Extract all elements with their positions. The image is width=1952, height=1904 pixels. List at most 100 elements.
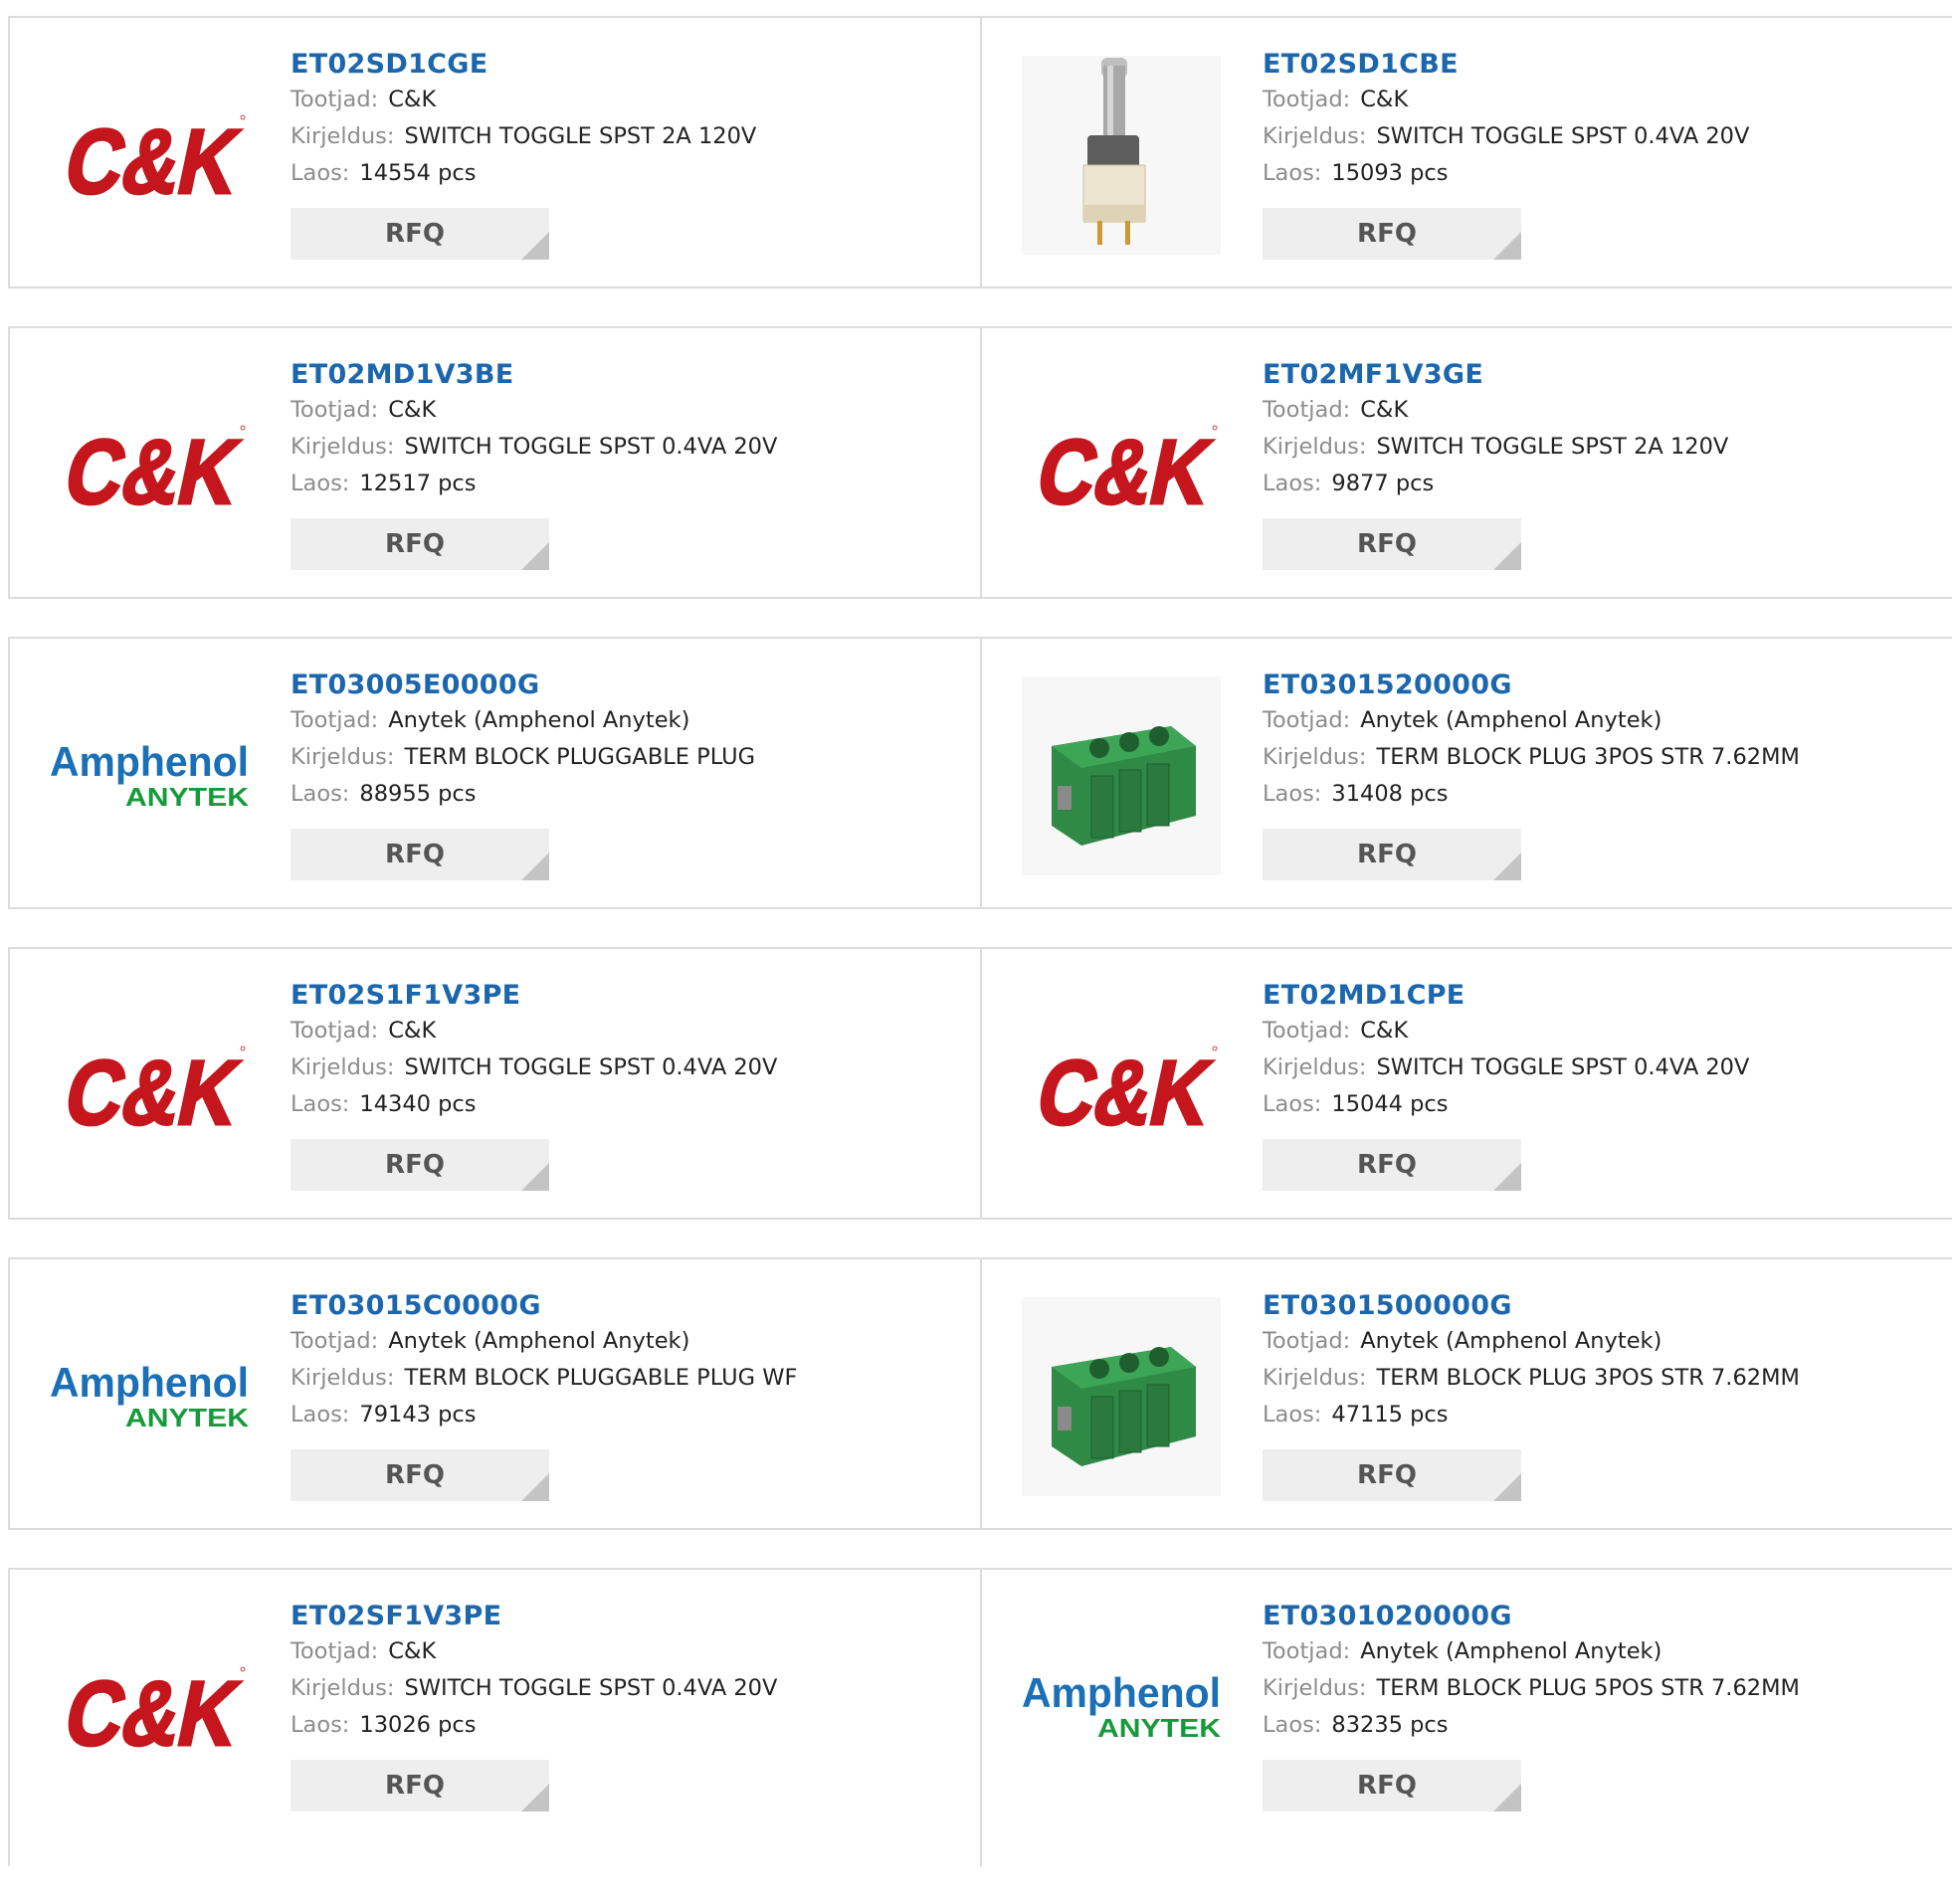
rfq-button[interactable]: RFQ bbox=[1263, 1139, 1521, 1191]
description-value: TERM BLOCK PLUGGABLE PLUG bbox=[404, 744, 756, 770]
manufacturer-value: Anytek (Amphenol Anytek) bbox=[388, 707, 690, 733]
part-number-link[interactable]: ET02MF1V3GE bbox=[1263, 358, 1728, 392]
part-number-link[interactable]: ET02SD1CBE bbox=[1263, 48, 1749, 82]
stock-label: Laos: bbox=[291, 781, 350, 807]
rfq-button[interactable]: RFQ bbox=[1263, 208, 1521, 260]
stock-line: Laos: 83235 pcs bbox=[1263, 1707, 1800, 1744]
product-card: ET0301500000G Tootjad: Anytek (Amphenol A… bbox=[980, 1259, 1952, 1528]
product-image[interactable]: Amphenol ANYTEK bbox=[50, 1297, 249, 1496]
part-number-link[interactable]: ET0301020000G bbox=[1263, 1600, 1800, 1633]
manufacturer-line: Tootjad: C&K bbox=[1263, 392, 1728, 429]
description-line: Kirjeldus: SWITCH TOGGLE SPST 2A 120V bbox=[291, 118, 756, 155]
stock-value: 14554 pcs bbox=[359, 160, 477, 186]
description-label: Kirjeldus: bbox=[1263, 1675, 1367, 1701]
description-line: Kirjeldus: TERM BLOCK PLUG 3POS STR 7.62M… bbox=[1263, 739, 1800, 776]
rfq-button[interactable]: RFQ bbox=[291, 829, 549, 880]
product-image[interactable]: C&K bbox=[50, 1608, 249, 1807]
manufacturer-line: Tootjad: Anytek (Amphenol Anytek) bbox=[1263, 1323, 1800, 1360]
product-image[interactable]: C&K bbox=[1022, 366, 1221, 565]
stock-label: Laos: bbox=[1263, 160, 1322, 186]
part-number-link[interactable]: ET02S1F1V3PE bbox=[291, 979, 777, 1013]
stock-value: 12517 pcs bbox=[359, 471, 477, 496]
part-number-link[interactable]: ET02MD1V3BE bbox=[291, 358, 777, 392]
stock-line: Laos: 88955 pcs bbox=[291, 776, 755, 813]
product-card: ET0301520000G Tootjad: Anytek (Amphenol A… bbox=[980, 639, 1952, 907]
rfq-button[interactable]: RFQ bbox=[291, 518, 549, 570]
product-card: C&K ET02MD1CPE Tootjad: C&K Kirjeldus: SWI… bbox=[980, 949, 1952, 1218]
product-image[interactable] bbox=[1022, 1297, 1221, 1496]
svg-text:C&K: C&K bbox=[57, 1042, 248, 1136]
stock-label: Laos: bbox=[1263, 1402, 1322, 1428]
description-value: SWITCH TOGGLE SPST 2A 120V bbox=[1376, 434, 1729, 460]
svg-text:C&K: C&K bbox=[1029, 1042, 1220, 1136]
product-image[interactable]: C&K bbox=[50, 987, 249, 1186]
product-row: Amphenol ANYTEK ET03005E0000G Tootjad: An… bbox=[8, 637, 1952, 909]
rfq-button[interactable]: RFQ bbox=[291, 208, 549, 260]
description-label: Kirjeldus: bbox=[291, 123, 395, 149]
svg-text:Amphenol: Amphenol bbox=[50, 1359, 249, 1406]
product-image[interactable] bbox=[1022, 56, 1221, 255]
description-label: Kirjeldus: bbox=[291, 1365, 395, 1391]
amphenol-logo-icon: Amphenol ANYTEK bbox=[1022, 1669, 1221, 1743]
product-row: Amphenol ANYTEK ET03015C0000G Tootjad: An… bbox=[8, 1257, 1952, 1530]
rfq-button[interactable]: RFQ bbox=[1263, 1449, 1521, 1501]
manufacturer-label: Tootjad: bbox=[1263, 87, 1351, 112]
manufacturer-value: C&K bbox=[388, 1638, 437, 1664]
part-number-link[interactable]: ET0301520000G bbox=[1263, 668, 1800, 702]
product-card: C&K ET02S1F1V3PE Tootjad: C&K Kirjeldus: S… bbox=[8, 949, 980, 1218]
rfq-button[interactable]: RFQ bbox=[1263, 829, 1521, 880]
product-image[interactable]: C&K bbox=[50, 366, 249, 565]
description-label: Kirjeldus: bbox=[1263, 744, 1367, 770]
manufacturer-value: Anytek (Amphenol Anytek) bbox=[1360, 707, 1662, 733]
description-value: TERM BLOCK PLUGGABLE PLUG WF bbox=[404, 1365, 798, 1391]
product-row: C&K ET02SF1V3PE Tootjad: C&K Kirjeldus: SW… bbox=[8, 1568, 1952, 1866]
rfq-button[interactable]: RFQ bbox=[291, 1449, 549, 1501]
product-image[interactable]: Amphenol ANYTEK bbox=[50, 676, 249, 875]
part-number-link[interactable]: ET03005E0000G bbox=[291, 668, 755, 702]
description-label: Kirjeldus: bbox=[1263, 434, 1367, 460]
product-image[interactable]: C&K bbox=[1022, 987, 1221, 1186]
manufacturer-label: Tootjad: bbox=[291, 1328, 379, 1354]
rfq-button[interactable]: RFQ bbox=[291, 1760, 549, 1811]
description-value: TERM BLOCK PLUG 3POS STR 7.62MM bbox=[1376, 744, 1800, 770]
toggle-switch-icon bbox=[1022, 56, 1221, 255]
manufacturer-label: Tootjad: bbox=[291, 1638, 379, 1664]
product-card: Amphenol ANYTEK ET03015C0000G Tootjad: An… bbox=[8, 1259, 980, 1528]
description-line: Kirjeldus: TERM BLOCK PLUGGABLE PLUG WF bbox=[291, 1360, 797, 1397]
rfq-button[interactable]: RFQ bbox=[1263, 518, 1521, 570]
part-number-link[interactable]: ET03015C0000G bbox=[291, 1289, 797, 1323]
stock-value: 31408 pcs bbox=[1331, 781, 1449, 807]
stock-value: 9877 pcs bbox=[1331, 471, 1435, 496]
part-number-link[interactable]: ET0301500000G bbox=[1263, 1289, 1800, 1323]
part-number-link[interactable]: ET02MD1CPE bbox=[1263, 979, 1749, 1013]
product-grid: C&K ET02SD1CGE Tootjad: C&K Kirjeldus: SWI… bbox=[8, 16, 1952, 1904]
product-card: C&K ET02MD1V3BE Tootjad: C&K Kirjeldus: SW… bbox=[8, 328, 980, 597]
manufacturer-value: Anytek (Amphenol Anytek) bbox=[1360, 1328, 1662, 1354]
description-value: SWITCH TOGGLE SPST 0.4VA 20V bbox=[1376, 1054, 1750, 1080]
svg-text:Amphenol: Amphenol bbox=[1022, 1669, 1221, 1716]
ck-logo-icon: C&K bbox=[1028, 419, 1221, 515]
product-image[interactable]: C&K bbox=[50, 56, 249, 255]
description-value: TERM BLOCK PLUG 3POS STR 7.62MM bbox=[1376, 1365, 1800, 1391]
stock-line: Laos: 9877 pcs bbox=[1263, 466, 1728, 502]
product-image[interactable] bbox=[1022, 676, 1221, 875]
manufacturer-label: Tootjad: bbox=[1263, 397, 1351, 423]
product-info: ET02S1F1V3PE Tootjad: C&K Kirjeldus: SWITC… bbox=[291, 979, 777, 1191]
part-number-link[interactable]: ET02SD1CGE bbox=[291, 48, 756, 82]
amphenol-logo-icon: Amphenol ANYTEK bbox=[50, 1359, 249, 1432]
product-info: ET02MF1V3GE Tootjad: C&K Kirjeldus: SWITCH… bbox=[1263, 358, 1728, 570]
manufacturer-label: Tootjad: bbox=[291, 1018, 379, 1044]
description-line: Kirjeldus: SWITCH TOGGLE SPST 0.4VA 20V bbox=[1263, 118, 1749, 155]
product-card: ET02SD1CBE Tootjad: C&K Kirjeldus: SWITCH … bbox=[980, 18, 1952, 286]
manufacturer-line: Tootjad: Anytek (Amphenol Anytek) bbox=[1263, 702, 1800, 739]
product-image[interactable]: Amphenol ANYTEK bbox=[1022, 1608, 1221, 1807]
product-row: C&K ET02S1F1V3PE Tootjad: C&K Kirjeldus: S… bbox=[8, 947, 1952, 1220]
part-number-link[interactable]: ET02SF1V3PE bbox=[291, 1600, 777, 1633]
manufacturer-line: Tootjad: C&K bbox=[291, 1633, 777, 1670]
description-line: Kirjeldus: SWITCH TOGGLE SPST 0.4VA 20V bbox=[291, 1049, 777, 1086]
rfq-button[interactable]: RFQ bbox=[291, 1139, 549, 1191]
rfq-button[interactable]: RFQ bbox=[1263, 1760, 1521, 1811]
manufacturer-value: Anytek (Amphenol Anytek) bbox=[388, 1328, 690, 1354]
description-label: Kirjeldus: bbox=[1263, 1054, 1367, 1080]
product-row: C&K ET02SD1CGE Tootjad: C&K Kirjeldus: SWI… bbox=[8, 16, 1952, 288]
